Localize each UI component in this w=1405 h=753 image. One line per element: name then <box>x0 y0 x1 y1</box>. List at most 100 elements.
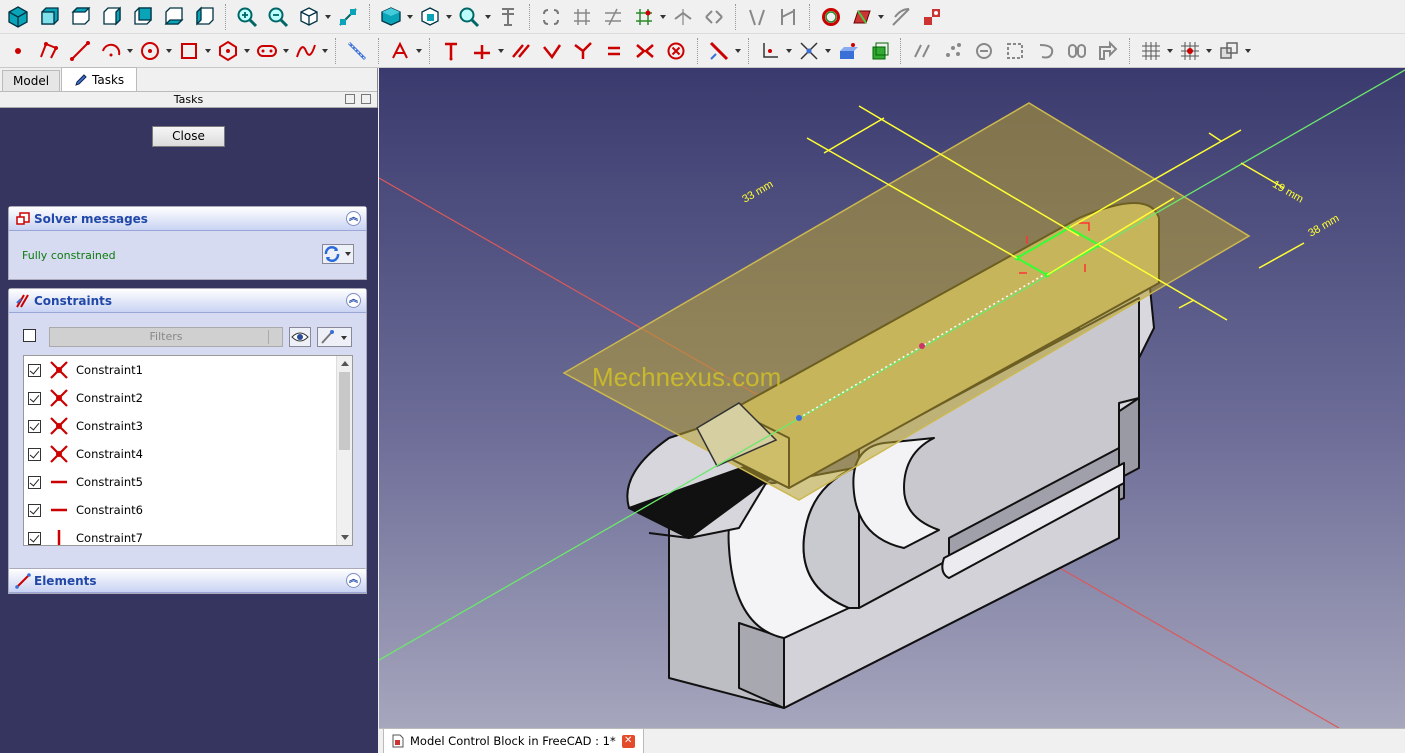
constraints-header[interactable]: Constraints ︽ <box>9 289 366 313</box>
arc-icon[interactable] <box>97 37 133 65</box>
tab-model[interactable]: Model <box>2 70 61 91</box>
scroll-thumb[interactable] <box>339 372 350 450</box>
list-item[interactable]: Constraint6 <box>24 496 352 524</box>
filter-combo[interactable]: Filters <box>49 327 283 347</box>
box-selection-icon[interactable] <box>416 3 452 31</box>
constrain-perpendicular-icon[interactable] <box>538 37 566 65</box>
view-sketch-icon[interactable] <box>834 37 862 65</box>
chevron-up-icon[interactable]: ︽ <box>346 211 361 226</box>
refresh-button[interactable] <box>322 244 354 264</box>
line-icon[interactable] <box>66 37 94 65</box>
item-checkbox[interactable] <box>28 447 41 461</box>
construction-toggle-icon[interactable] <box>343 37 371 65</box>
view-bottom-icon[interactable] <box>159 3 187 31</box>
close-panel-icon[interactable] <box>361 94 371 104</box>
constrain-lock-icon[interactable] <box>705 37 741 65</box>
constrain-vertical-icon[interactable] <box>437 37 465 65</box>
constrain-parallel-icon[interactable] <box>507 37 535 65</box>
bspline-icon[interactable] <box>292 37 328 65</box>
list-item[interactable]: Constraint4 <box>24 440 352 468</box>
document-tabbar: Model Control Block in FreeCAD : 1* ✕ <box>379 728 1405 753</box>
sketch-merge-icon[interactable] <box>918 3 946 31</box>
constrain-radius-icon[interactable] <box>795 37 831 65</box>
clipping-icon[interactable] <box>494 3 522 31</box>
sketch-grid-icon[interactable] <box>568 3 596 31</box>
visibility-button[interactable] <box>289 327 311 347</box>
select-redundant-icon[interactable] <box>970 37 998 65</box>
filter-checkbox[interactable] <box>23 329 36 342</box>
select-vertical-icon[interactable] <box>1063 37 1091 65</box>
view-left-icon[interactable] <box>190 3 218 31</box>
view-top-icon[interactable] <box>66 3 94 31</box>
list-item[interactable]: Constraint7 <box>24 524 352 545</box>
item-checkbox[interactable] <box>28 363 41 377</box>
view-front-icon[interactable] <box>35 3 63 31</box>
measure-distance-icon[interactable] <box>334 3 362 31</box>
view-fit-all-icon[interactable] <box>4 3 32 31</box>
zoom-in-icon[interactable] <box>233 3 261 31</box>
zoom-menu-icon[interactable] <box>455 3 491 31</box>
item-checkbox[interactable] <box>28 531 41 545</box>
render-order-icon[interactable] <box>1215 37 1251 65</box>
select-constraints-icon[interactable] <box>908 37 936 65</box>
tab-tasks[interactable]: Tasks <box>61 67 138 91</box>
select-conflicting-icon[interactable] <box>1001 37 1029 65</box>
trim-icon[interactable] <box>386 37 422 65</box>
point-icon[interactable] <box>4 37 32 65</box>
list-item[interactable]: Constraint2 <box>24 384 352 412</box>
scroll-up-icon[interactable] <box>341 361 349 366</box>
list-item[interactable]: Constraint5 <box>24 468 352 496</box>
item-checkbox[interactable] <box>28 391 41 405</box>
elements-header[interactable]: Elements ︽ <box>9 569 366 593</box>
polygon-icon[interactable] <box>214 37 250 65</box>
item-checkbox[interactable] <box>28 475 41 489</box>
slot-icon[interactable] <box>253 37 289 65</box>
sketch-map-icon[interactable] <box>848 3 884 31</box>
constrain-horizontal-icon[interactable] <box>468 37 504 65</box>
solver-messages-header[interactable]: Solver messages ︽ <box>9 207 366 231</box>
float-panel-icon[interactable] <box>345 94 355 104</box>
constrain-distance-icon[interactable] <box>756 37 792 65</box>
polyline-icon[interactable] <box>35 37 63 65</box>
select-elements-icon[interactable] <box>939 37 967 65</box>
list-scrollbar[interactable] <box>336 356 352 545</box>
document-tab[interactable]: Model Control Block in FreeCAD : 1* ✕ <box>383 729 644 753</box>
sketch-external-icon[interactable] <box>630 3 666 31</box>
constrain-equal-icon[interactable] <box>600 37 628 65</box>
sketch-rectangular-array-icon[interactable] <box>1094 37 1122 65</box>
view-rear-icon[interactable] <box>128 3 156 31</box>
chevron-up-icon[interactable]: ︽ <box>346 573 361 588</box>
3d-viewport[interactable]: Mechnexus.com 33 mm 19 mm 38 mm <box>379 68 1405 728</box>
item-checkbox[interactable] <box>28 503 41 517</box>
constrain-block-icon[interactable] <box>662 37 690 65</box>
constraints-list[interactable]: Constraint1 Constraint2 Constraint3 Cons… <box>23 355 353 546</box>
list-item[interactable]: Constraint3 <box>24 412 352 440</box>
snap-icon[interactable] <box>1176 37 1212 65</box>
sketch-validate-icon[interactable] <box>817 3 845 31</box>
std-views-box-icon[interactable] <box>377 3 413 31</box>
list-item[interactable]: Constraint1 <box>24 356 352 384</box>
chevron-up-icon[interactable]: ︽ <box>346 293 361 308</box>
close-icon[interactable]: ✕ <box>621 734 635 748</box>
rectangle-icon[interactable] <box>175 37 211 65</box>
circle-icon[interactable] <box>136 37 172 65</box>
close-button[interactable]: Close <box>152 126 225 147</box>
scroll-down-icon[interactable] <box>341 535 349 540</box>
zoom-out-icon[interactable] <box>264 3 292 31</box>
select-horizontal-icon[interactable] <box>1032 37 1060 65</box>
constrain-tangent-icon[interactable] <box>569 37 597 65</box>
sketch-clone-icon[interactable] <box>743 3 771 31</box>
isometric-menu-icon[interactable] <box>295 3 331 31</box>
sketch-carbon-copy-icon[interactable] <box>669 3 697 31</box>
item-checkbox[interactable] <box>28 419 41 433</box>
view-right-icon[interactable] <box>97 3 125 31</box>
sketch-symmetry-icon[interactable] <box>700 3 728 31</box>
view-section-icon[interactable] <box>865 37 893 65</box>
sketch-edit-icon[interactable] <box>537 3 565 31</box>
sketch-show-hide-icon[interactable] <box>774 3 802 31</box>
sketch-fillet-icon[interactable] <box>599 3 627 31</box>
sketch-reorient-icon[interactable] <box>887 3 915 31</box>
grid-icon[interactable] <box>1137 37 1173 65</box>
constrain-symmetric-icon[interactable] <box>631 37 659 65</box>
settings-menu-button[interactable] <box>317 327 352 347</box>
